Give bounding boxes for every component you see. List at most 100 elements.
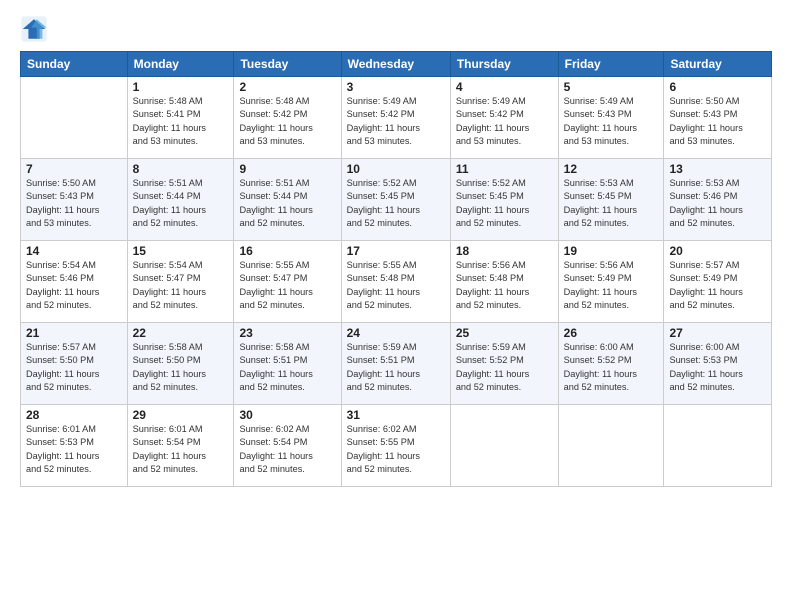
day-number: 4 [456, 80, 553, 94]
week-row-1: 1Sunrise: 5:48 AM Sunset: 5:41 PM Daylig… [21, 77, 772, 159]
day-info: Sunrise: 5:50 AM Sunset: 5:43 PM Dayligh… [669, 95, 766, 148]
day-number: 28 [26, 408, 122, 422]
day-cell: 14Sunrise: 5:54 AM Sunset: 5:46 PM Dayli… [21, 241, 128, 323]
day-number: 30 [239, 408, 335, 422]
day-number: 29 [133, 408, 229, 422]
day-info: Sunrise: 5:59 AM Sunset: 5:51 PM Dayligh… [347, 341, 445, 394]
day-info: Sunrise: 5:49 AM Sunset: 5:42 PM Dayligh… [456, 95, 553, 148]
day-cell: 29Sunrise: 6:01 AM Sunset: 5:54 PM Dayli… [127, 405, 234, 487]
day-info: Sunrise: 6:00 AM Sunset: 5:52 PM Dayligh… [564, 341, 659, 394]
day-info: Sunrise: 5:52 AM Sunset: 5:45 PM Dayligh… [347, 177, 445, 230]
day-number: 18 [456, 244, 553, 258]
day-cell: 21Sunrise: 5:57 AM Sunset: 5:50 PM Dayli… [21, 323, 128, 405]
day-number: 16 [239, 244, 335, 258]
header-row: SundayMondayTuesdayWednesdayThursdayFrid… [21, 52, 772, 77]
day-cell: 7Sunrise: 5:50 AM Sunset: 5:43 PM Daylig… [21, 159, 128, 241]
day-cell [664, 405, 772, 487]
week-row-3: 14Sunrise: 5:54 AM Sunset: 5:46 PM Dayli… [21, 241, 772, 323]
day-info: Sunrise: 6:02 AM Sunset: 5:54 PM Dayligh… [239, 423, 335, 476]
day-info: Sunrise: 5:58 AM Sunset: 5:50 PM Dayligh… [133, 341, 229, 394]
logo [20, 15, 52, 43]
day-number: 10 [347, 162, 445, 176]
header-cell-saturday: Saturday [664, 52, 772, 77]
day-cell: 6Sunrise: 5:50 AM Sunset: 5:43 PM Daylig… [664, 77, 772, 159]
day-info: Sunrise: 5:56 AM Sunset: 5:49 PM Dayligh… [564, 259, 659, 312]
day-info: Sunrise: 5:50 AM Sunset: 5:43 PM Dayligh… [26, 177, 122, 230]
page: SundayMondayTuesdayWednesdayThursdayFrid… [0, 0, 792, 612]
day-info: Sunrise: 6:01 AM Sunset: 5:54 PM Dayligh… [133, 423, 229, 476]
header-cell-thursday: Thursday [450, 52, 558, 77]
day-number: 22 [133, 326, 229, 340]
day-number: 21 [26, 326, 122, 340]
week-row-2: 7Sunrise: 5:50 AM Sunset: 5:43 PM Daylig… [21, 159, 772, 241]
day-number: 13 [669, 162, 766, 176]
day-info: Sunrise: 5:57 AM Sunset: 5:50 PM Dayligh… [26, 341, 122, 394]
day-info: Sunrise: 5:54 AM Sunset: 5:46 PM Dayligh… [26, 259, 122, 312]
day-cell: 26Sunrise: 6:00 AM Sunset: 5:52 PM Dayli… [558, 323, 664, 405]
day-cell: 12Sunrise: 5:53 AM Sunset: 5:45 PM Dayli… [558, 159, 664, 241]
day-number: 31 [347, 408, 445, 422]
day-cell: 10Sunrise: 5:52 AM Sunset: 5:45 PM Dayli… [341, 159, 450, 241]
day-info: Sunrise: 5:49 AM Sunset: 5:42 PM Dayligh… [347, 95, 445, 148]
day-cell: 11Sunrise: 5:52 AM Sunset: 5:45 PM Dayli… [450, 159, 558, 241]
week-row-5: 28Sunrise: 6:01 AM Sunset: 5:53 PM Dayli… [21, 405, 772, 487]
day-cell: 27Sunrise: 6:00 AM Sunset: 5:53 PM Dayli… [664, 323, 772, 405]
day-cell: 25Sunrise: 5:59 AM Sunset: 5:52 PM Dayli… [450, 323, 558, 405]
day-number: 12 [564, 162, 659, 176]
day-cell: 28Sunrise: 6:01 AM Sunset: 5:53 PM Dayli… [21, 405, 128, 487]
day-info: Sunrise: 5:51 AM Sunset: 5:44 PM Dayligh… [133, 177, 229, 230]
day-cell: 20Sunrise: 5:57 AM Sunset: 5:49 PM Dayli… [664, 241, 772, 323]
day-cell [558, 405, 664, 487]
day-info: Sunrise: 6:02 AM Sunset: 5:55 PM Dayligh… [347, 423, 445, 476]
day-cell [21, 77, 128, 159]
day-number: 1 [133, 80, 229, 94]
day-info: Sunrise: 5:48 AM Sunset: 5:41 PM Dayligh… [133, 95, 229, 148]
day-number: 19 [564, 244, 659, 258]
day-info: Sunrise: 5:51 AM Sunset: 5:44 PM Dayligh… [239, 177, 335, 230]
day-cell: 22Sunrise: 5:58 AM Sunset: 5:50 PM Dayli… [127, 323, 234, 405]
day-cell: 17Sunrise: 5:55 AM Sunset: 5:48 PM Dayli… [341, 241, 450, 323]
day-cell [450, 405, 558, 487]
day-number: 9 [239, 162, 335, 176]
day-cell: 18Sunrise: 5:56 AM Sunset: 5:48 PM Dayli… [450, 241, 558, 323]
day-number: 25 [456, 326, 553, 340]
day-number: 5 [564, 80, 659, 94]
day-cell: 3Sunrise: 5:49 AM Sunset: 5:42 PM Daylig… [341, 77, 450, 159]
day-cell: 4Sunrise: 5:49 AM Sunset: 5:42 PM Daylig… [450, 77, 558, 159]
header-cell-tuesday: Tuesday [234, 52, 341, 77]
day-number: 3 [347, 80, 445, 94]
logo-icon [20, 15, 48, 43]
day-number: 17 [347, 244, 445, 258]
day-info: Sunrise: 5:48 AM Sunset: 5:42 PM Dayligh… [239, 95, 335, 148]
day-number: 2 [239, 80, 335, 94]
day-info: Sunrise: 5:53 AM Sunset: 5:45 PM Dayligh… [564, 177, 659, 230]
header-cell-wednesday: Wednesday [341, 52, 450, 77]
day-info: Sunrise: 6:01 AM Sunset: 5:53 PM Dayligh… [26, 423, 122, 476]
day-number: 8 [133, 162, 229, 176]
day-cell: 24Sunrise: 5:59 AM Sunset: 5:51 PM Dayli… [341, 323, 450, 405]
day-number: 20 [669, 244, 766, 258]
day-info: Sunrise: 5:52 AM Sunset: 5:45 PM Dayligh… [456, 177, 553, 230]
day-number: 14 [26, 244, 122, 258]
day-info: Sunrise: 5:57 AM Sunset: 5:49 PM Dayligh… [669, 259, 766, 312]
day-cell: 9Sunrise: 5:51 AM Sunset: 5:44 PM Daylig… [234, 159, 341, 241]
day-number: 27 [669, 326, 766, 340]
week-row-4: 21Sunrise: 5:57 AM Sunset: 5:50 PM Dayli… [21, 323, 772, 405]
day-cell: 23Sunrise: 5:58 AM Sunset: 5:51 PM Dayli… [234, 323, 341, 405]
day-number: 26 [564, 326, 659, 340]
header [20, 15, 772, 43]
day-number: 15 [133, 244, 229, 258]
day-info: Sunrise: 5:59 AM Sunset: 5:52 PM Dayligh… [456, 341, 553, 394]
day-cell: 31Sunrise: 6:02 AM Sunset: 5:55 PM Dayli… [341, 405, 450, 487]
day-number: 6 [669, 80, 766, 94]
day-cell: 16Sunrise: 5:55 AM Sunset: 5:47 PM Dayli… [234, 241, 341, 323]
day-cell: 15Sunrise: 5:54 AM Sunset: 5:47 PM Dayli… [127, 241, 234, 323]
day-number: 11 [456, 162, 553, 176]
day-number: 23 [239, 326, 335, 340]
day-info: Sunrise: 5:54 AM Sunset: 5:47 PM Dayligh… [133, 259, 229, 312]
header-cell-friday: Friday [558, 52, 664, 77]
day-cell: 13Sunrise: 5:53 AM Sunset: 5:46 PM Dayli… [664, 159, 772, 241]
day-number: 7 [26, 162, 122, 176]
day-info: Sunrise: 5:56 AM Sunset: 5:48 PM Dayligh… [456, 259, 553, 312]
day-cell: 19Sunrise: 5:56 AM Sunset: 5:49 PM Dayli… [558, 241, 664, 323]
